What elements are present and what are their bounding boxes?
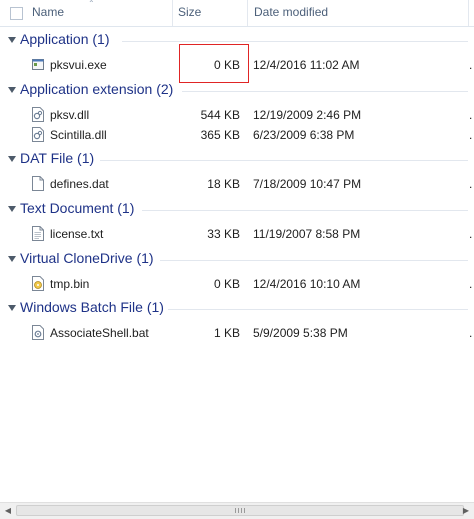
file-row[interactable]: AssociateShell.bat 1 KB 5/9/2009 5:38 PM… (0, 323, 474, 343)
collapse-icon[interactable] (8, 87, 16, 93)
scroll-left-button[interactable]: ◀ (0, 503, 16, 519)
column-divider[interactable] (468, 0, 469, 26)
file-date-modified: 5/9/2009 5:38 PM (253, 326, 348, 340)
name-column-label: Name (32, 5, 65, 19)
file-name: license.txt (50, 227, 104, 241)
collapse-icon[interactable] (8, 256, 16, 262)
group-divider (168, 309, 468, 310)
collapse-icon[interactable] (8, 206, 16, 212)
group-title: Virtual CloneDrive (1) (20, 250, 154, 266)
group-title: Windows Batch File (1) (20, 299, 164, 315)
size-column-label: Size (178, 5, 202, 19)
file-date-modified: 6/23/2009 6:38 PM (253, 128, 355, 142)
file-name: Scintilla.dll (50, 128, 107, 142)
file-size: 18 KB (207, 177, 240, 191)
truncated-column: . (469, 326, 473, 340)
file-name: tmp.bin (50, 277, 90, 291)
group-title: Text Document (1) (20, 200, 135, 216)
collapse-icon[interactable] (8, 305, 16, 311)
file-name: AssociateShell.bat (50, 326, 149, 340)
select-all-checkbox[interactable] (10, 7, 23, 20)
group-title: DAT File (1) (20, 150, 95, 166)
file-icon (32, 176, 44, 191)
bat-icon (32, 325, 44, 340)
group-header-dat-file[interactable]: DAT File (1) (0, 149, 474, 171)
file-date-modified: 7/18/2009 10:47 PM (253, 177, 362, 191)
column-divider[interactable] (247, 0, 248, 26)
file-date-modified: 12/4/2016 10:10 AM (253, 277, 361, 291)
file-name: pksvui.exe (50, 58, 107, 72)
text-file-icon (32, 226, 44, 241)
grip-icon (235, 508, 245, 513)
file-name: defines.dat (50, 177, 109, 191)
group-divider (160, 260, 468, 261)
file-row[interactable]: license.txt 33 KB 11/19/2007 8:58 PM . (0, 224, 474, 244)
collapse-icon[interactable] (8, 156, 16, 162)
highlight-box (179, 44, 249, 83)
group-divider (122, 41, 468, 42)
truncated-column: . (469, 128, 473, 142)
truncated-column: . (469, 58, 473, 72)
file-date-modified: 12/19/2009 2:46 PM (253, 108, 362, 122)
date-column-header[interactable]: Date modified (254, 0, 468, 26)
file-size: 544 KB (200, 108, 240, 122)
group-divider (182, 91, 468, 92)
file-size: 0 KB (213, 277, 240, 291)
scroll-right-button[interactable]: ▶ (458, 503, 474, 519)
file-size: 33 KB (207, 227, 240, 241)
file-date-modified: 11/19/2007 8:58 PM (253, 227, 361, 241)
group-header-windows-batch-file[interactable]: Windows Batch File (1) (0, 298, 474, 320)
dll-icon (32, 127, 44, 142)
truncated-column: . (469, 277, 473, 291)
group-header-application-extension[interactable]: Application extension (2) (0, 80, 474, 102)
horizontal-scrollbar[interactable]: ◀ ▶ (0, 502, 474, 519)
file-row[interactable]: Scintilla.dll 365 KB 6/23/2009 6:38 PM . (0, 125, 474, 145)
group-title: Application (1) (20, 31, 110, 47)
group-header-text-document[interactable]: Text Document (1) (0, 199, 474, 221)
file-row[interactable]: pksv.dll 544 KB 12/19/2009 2:46 PM . (0, 105, 474, 125)
file-date-modified: 12/4/2016 11:02 AM (253, 58, 360, 72)
collapse-icon[interactable] (8, 37, 16, 43)
sort-arrow-icon: ⌃ (88, 0, 95, 8)
group-header-virtual-clonedrive[interactable]: Virtual CloneDrive (1) (0, 249, 474, 271)
group-divider (142, 210, 468, 211)
group-title: Application extension (2) (20, 81, 174, 97)
file-row[interactable]: defines.dat 18 KB 7/18/2009 10:47 PM . (0, 174, 474, 194)
file-size: 365 KB (200, 128, 240, 142)
group-divider (100, 160, 468, 161)
size-column-header[interactable]: Size (178, 0, 246, 26)
bin-icon (32, 276, 44, 291)
truncated-column: . (469, 177, 473, 191)
name-column-header[interactable]: Name (32, 0, 172, 26)
truncated-column: . (469, 227, 473, 241)
truncated-column: . (469, 108, 473, 122)
exe-icon (32, 59, 44, 70)
date-column-label: Date modified (254, 5, 329, 19)
column-header: Name ⌃ Size Date modified (0, 0, 474, 27)
file-row[interactable]: tmp.bin 0 KB 12/4/2016 10:10 AM . (0, 274, 474, 294)
dll-icon (32, 107, 44, 122)
column-divider[interactable] (172, 0, 173, 26)
scrollbar-thumb[interactable] (16, 505, 464, 516)
file-size: 1 KB (213, 326, 240, 340)
file-name: pksv.dll (50, 108, 90, 122)
